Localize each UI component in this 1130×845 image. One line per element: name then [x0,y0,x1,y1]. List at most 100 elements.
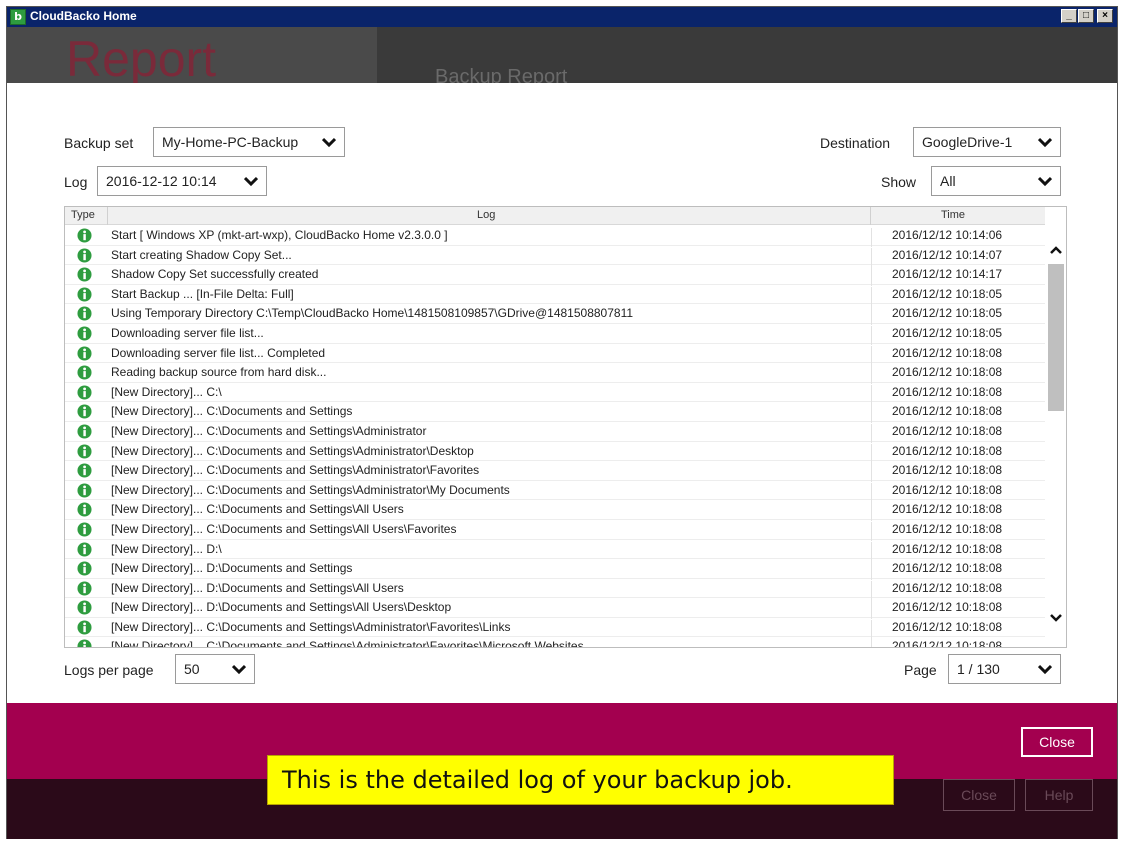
chevron-down-icon [1038,664,1052,675]
logs-per-page-value: 50 [184,661,200,677]
log-time: 2016/12/12 10:18:08 [871,423,1045,443]
log-message: Using Temporary Directory C:\Temp\CloudB… [111,306,634,321]
log-time: 2016/12/12 10:18:08 [871,463,1045,483]
table-row[interactable]: [New Directory]... C:\Documents and Sett… [65,402,1045,424]
scroll-down-icon[interactable] [1050,613,1062,623]
log-message: [New Directory]... D:\ [111,541,222,556]
page-select[interactable]: 1 / 130 [948,654,1061,684]
scroll-up-icon[interactable] [1050,245,1062,255]
table-header: Type Log Time [65,207,1045,225]
background-close-button: Close [943,779,1015,811]
log-message: [New Directory]... C:\Documents and Sett… [111,521,457,536]
log-date-select[interactable]: 2016-12-12 10:14 [97,166,267,196]
log-message: [New Directory]... C:\Documents and Sett… [111,423,427,438]
table-row[interactable]: [New Directory]... C:\Documents and Sett… [65,637,1045,647]
table-row[interactable]: Shadow Copy Set successfully created 2016… [65,265,1045,287]
table-row[interactable]: [New Directory]... C:\Documents and Sett… [65,442,1045,463]
page-label: Page [904,662,937,678]
log-time: 2016/12/12 10:18:08 [871,600,1045,620]
title-bar[interactable]: b CloudBacko Home _ □ × [7,7,1117,27]
log-message: [New Directory]... C:\Documents and Sett… [111,482,510,497]
destination-value: GoogleDrive-1 [922,134,1013,150]
destination-label: Destination [820,135,891,151]
table-row[interactable]: [New Directory]... D:\Documents and Sett… [65,579,1045,600]
log-time: 2016/12/12 10:18:08 [871,561,1045,581]
info-icon [77,306,92,321]
window-title: CloudBacko Home [30,9,137,23]
info-icon [77,639,92,647]
backup-set-label: Backup set [64,135,134,151]
table-row[interactable]: [New Directory]... D:\Documents and Sett… [65,598,1045,620]
report-dialog: Backup set My-Home-PC-Backup Destination… [7,83,1117,703]
log-time: 2016/12/12 10:18:05 [871,286,1045,306]
table-row[interactable]: [New Directory]... C:\Documents and Sett… [65,461,1045,483]
log-time: 2016/12/12 10:18:08 [871,443,1045,463]
table-row[interactable]: Start creating Shadow Copy Set... 2016/12… [65,246,1045,267]
log-table: Type Log Time Start [ Windows XP (mkt-ar… [64,206,1067,648]
info-icon [77,444,92,459]
log-time: 2016/12/12 10:18:08 [871,384,1045,404]
page-value: 1 / 130 [957,661,1000,677]
scroll-thumb[interactable] [1048,264,1064,411]
table-row[interactable]: [New Directory]... C:\Documents and Sett… [65,618,1045,639]
info-icon [77,248,92,263]
chevron-down-icon [1038,137,1052,148]
log-time: 2016/12/12 10:14:17 [871,267,1045,287]
app-logo-icon: b [10,9,26,25]
table-row[interactable]: [New Directory]... C:\Documents and Sett… [65,500,1045,522]
info-icon [77,326,92,341]
logs-per-page-select[interactable]: 50 [175,654,255,684]
info-icon [77,463,92,478]
log-time: 2016/12/12 10:18:08 [871,521,1045,541]
chevron-down-icon [244,176,258,187]
background-page-title: Report [66,31,217,87]
destination-select[interactable]: GoogleDrive-1 [913,127,1061,157]
tutorial-callout: This is the detailed log of your backup … [267,755,894,805]
column-header-type[interactable]: Type [71,209,95,221]
log-message: [New Directory]... C:\Documents and Sett… [111,463,480,478]
chevron-down-icon [322,137,336,148]
logs-per-page-label: Logs per page [64,662,154,678]
table-row[interactable]: [New Directory]... C:\ 2016/12/12 10:18:0… [65,383,1045,404]
column-divider[interactable] [107,207,108,225]
close-button[interactable]: Close [1021,727,1093,757]
log-message: [New Directory]... C:\Documents and Sett… [111,404,353,419]
vertical-scrollbar[interactable] [1045,225,1066,647]
column-header-log[interactable]: Log [477,209,495,221]
table-row[interactable]: [New Directory]... D:\Documents and Sett… [65,559,1045,581]
log-message: Start [ Windows XP (mkt-art-wxp), CloudB… [111,228,448,242]
column-header-time[interactable]: Time [941,209,965,221]
log-time: 2016/12/12 10:14:06 [871,228,1045,247]
table-row[interactable]: [New Directory]... C:\Documents and Sett… [65,481,1045,502]
info-icon [77,267,92,282]
column-divider[interactable] [870,207,871,225]
info-icon [77,385,92,400]
info-icon [77,600,92,615]
table-row[interactable]: Reading backup source from hard disk... 2… [65,363,1045,385]
log-message: Shadow Copy Set successfully created [111,267,319,282]
log-time: 2016/12/12 10:18:05 [871,325,1045,345]
table-row[interactable]: [New Directory]... C:\Documents and Sett… [65,422,1045,443]
log-time: 2016/12/12 10:18:08 [871,404,1045,424]
log-message: [New Directory]... D:\Documents and Sett… [111,561,353,576]
backup-set-select[interactable]: My-Home-PC-Backup [153,127,345,157]
log-message: Reading backup source from hard disk... [111,365,327,380]
backup-set-value: My-Home-PC-Backup [162,134,299,150]
table-row[interactable]: Start Backup ... [In-File Delta: Full] 20… [65,285,1045,306]
info-icon [77,287,92,302]
table-row[interactable]: [New Directory]... C:\Documents and Sett… [65,520,1045,541]
table-row[interactable]: [New Directory]... D:\ 2016/12/12 10:18:0… [65,540,1045,561]
minimize-button[interactable]: _ [1061,9,1077,23]
background-help-button: Help [1025,779,1093,811]
table-row[interactable]: Start [ Windows XP (mkt-art-wxp), CloudB… [65,226,1045,247]
table-row[interactable]: Using Temporary Directory C:\Temp\CloudB… [65,304,1045,326]
maximize-button[interactable]: □ [1078,9,1094,23]
info-icon [77,404,92,419]
info-icon [77,581,92,596]
log-message: Start Backup ... [In-File Delta: Full] [111,286,294,301]
table-row[interactable]: Downloading server file list... Complete… [65,344,1045,365]
show-filter-select[interactable]: All [931,166,1061,196]
log-message: [New Directory]... C:\Documents and Sett… [111,502,404,517]
close-window-button[interactable]: × [1097,9,1113,23]
table-row[interactable]: Downloading server file list... 2016/12/1… [65,324,1045,345]
